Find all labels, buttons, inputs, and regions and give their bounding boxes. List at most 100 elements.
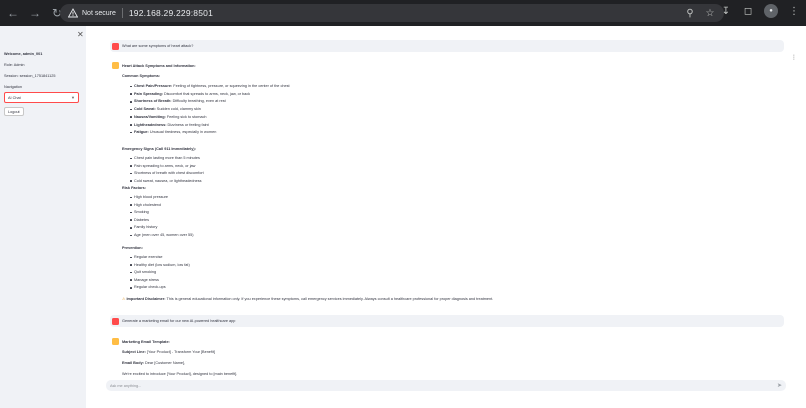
bullet-icon [130,256,132,259]
bookmark-star-icon[interactable]: ☆ [704,7,716,19]
list-item-key: Chest Pain/Pressure: [134,84,173,88]
emergency-heading: Emergency Signs (Call 911 Immediately): [122,147,196,151]
assistant-avatar-icon [112,338,119,345]
list-item-value: Feeling of tightness, pressure, or squee… [172,84,290,88]
bullet-icon [130,264,132,266]
user-message-text: What are some symptoms of heart attack? [122,44,194,48]
navigation-select[interactable]: AI Chat ▼ [4,92,79,103]
user-message: What are some symptoms of heart attack? [110,40,784,52]
url-text[interactable]: 192.168.29.229:8501 [129,8,213,18]
user-message: Generate a marketing email for our new A… [110,315,784,327]
bullet-icon [130,227,132,229]
close-icon[interactable]: ✕ [77,30,84,39]
role-text: Role: Admin [4,63,25,67]
warning-icon [68,8,78,18]
bullet-icon [130,204,132,206]
list-item: High blood pressure [134,195,168,199]
bullet-icon [130,196,132,199]
list-item-value: Difficulty breathing, even at rest [171,99,226,104]
list-item: Shortness of breath with chest discomfor… [134,171,204,176]
nav-label: Navigation [4,85,22,89]
email-body-line: We're excited to introduce [Your Product… [122,372,238,376]
zoom-icon[interactable]: ⚲ [684,7,696,19]
list-item: High cholesterol [134,202,162,207]
list-item: Healthy diet (low sodium, low fat) [134,262,190,267]
list-item-key: Cold Sweat: [134,107,156,112]
not-secure-label: Not secure [82,9,116,17]
list-item: Regular exercise [134,255,163,259]
bullet-icon [130,287,132,289]
bullet-icon [130,219,132,221]
address-bar[interactable]: Not secure 192.168.29.229:8501 ⚲ ☆ [60,4,724,22]
subject-value: [Your Product] - Transform Your [Benefit… [145,350,215,354]
menu-dots-icon[interactable]: ⋮ [788,5,800,17]
bullet-icon [130,157,132,160]
list-item: Shortness of Breath: Difficulty breathin… [134,99,226,103]
list-item-value: Sudden cold, clammy skin [155,107,201,112]
back-icon[interactable]: ← [4,4,22,22]
bullet-icon [130,108,132,111]
bullet-icon [130,131,132,134]
user-message-text: Generate a marketing email for our new A… [122,319,236,323]
more-options-icon[interactable]: ⋮ [791,54,797,61]
bullet-icon [130,211,132,214]
body-value: Dear [Customer Name], [143,361,186,365]
bullet-icon [130,234,132,237]
list-item-key: Shortness of Breath: [134,99,172,104]
list-item: Lightheadedness: Dizziness or feeling fa… [134,123,209,127]
list-item-value: Feeling sick to stomach [165,114,207,119]
list-item: Chest Pain/Pressure: Feeling of tightnes… [134,84,290,88]
chevron-down-icon: ▼ [71,95,75,100]
bullet-icon [130,101,132,103]
list-item: Quit smoking [134,270,157,275]
chat-input-placeholder: Ask me anything... [110,383,142,388]
common-symptoms-heading: Common Symptoms: [122,74,161,78]
send-icon[interactable]: ➤ [777,382,782,389]
disclaimer-text: This is general educational information … [165,297,494,301]
prevention-heading: Prevention: [122,246,143,250]
bullet-icon [130,271,132,274]
divider [121,8,123,18]
navigation-select-value: AI Chat [8,96,21,100]
answer-title: Heart Attack Symptoms and Information: [122,63,196,68]
body-label: Email Body: [122,361,144,365]
email-body: Email Body: Dear [Customer Name], [122,361,185,365]
list-item: Pain Spreading: Discomfort that spreads … [134,92,250,96]
list-item-key: Pain Spreading: [134,91,163,96]
list-item: Fatigue: Unusual tiredness, especially i… [134,130,216,134]
download-icon[interactable]: ↧ [720,5,732,17]
extensions-icon[interactable]: ◻ [742,5,754,17]
subject-line: Subject Line: [Your Product] - Transform… [122,350,215,354]
list-item: Smoking [134,210,149,215]
assistant-message: Heart Attack Symptoms and Information: C… [110,62,784,302]
bullet-icon [130,124,132,126]
browser-toolbar: ← → ↻ Not secure 192.168.29.229:8501 ⚲ ☆… [0,0,806,26]
bullet-icon [130,85,132,88]
list-item: Cold Sweat: Sudden cold, clammy skin [134,107,201,111]
profile-icon[interactable]: ● [764,4,778,18]
list-item: Chest pain lasting more than 5 minutes [134,156,200,160]
bullet-icon [130,180,132,182]
session-text: Session: session_1751841125 [4,74,56,78]
forward-icon[interactable]: → [26,4,44,22]
list-item: Age (men over 45, women over 55) [134,233,194,237]
user-avatar-icon [112,317,119,325]
sidebar: ✕ Welcome, admin_001 Role: Admin Session… [0,26,86,408]
list-item: Nausea/Vomiting: Feeling sick to stomach [134,115,207,119]
list-item-value: Unusual tiredness, especially in women [148,130,217,135]
list-item-value: Dizziness or feeling faint [166,122,209,127]
list-item: Diabetes [134,217,149,222]
list-item-key: Nausea/Vomiting: [134,114,166,119]
chat-input[interactable]: Ask me anything... ➤ [106,380,786,391]
list-item-key: Fatigue: [134,130,149,135]
bullet-icon [130,116,132,118]
list-item: Cold sweat, nausea, or lightheadedness [134,178,202,183]
logout-button[interactable]: Logout [4,107,24,116]
list-item: Manage stress [134,277,159,282]
disclaimer: ⚠ Important Disclaimer: This is general … [122,296,493,301]
bullet-icon [130,279,132,281]
chat-area: ⋮ What are some symptoms of heart attack… [86,26,797,408]
assistant-avatar-icon [112,62,119,69]
subject-label: Subject Line: [122,350,146,354]
assistant-message: Marketing Email Template: Subject Line: … [110,338,784,378]
